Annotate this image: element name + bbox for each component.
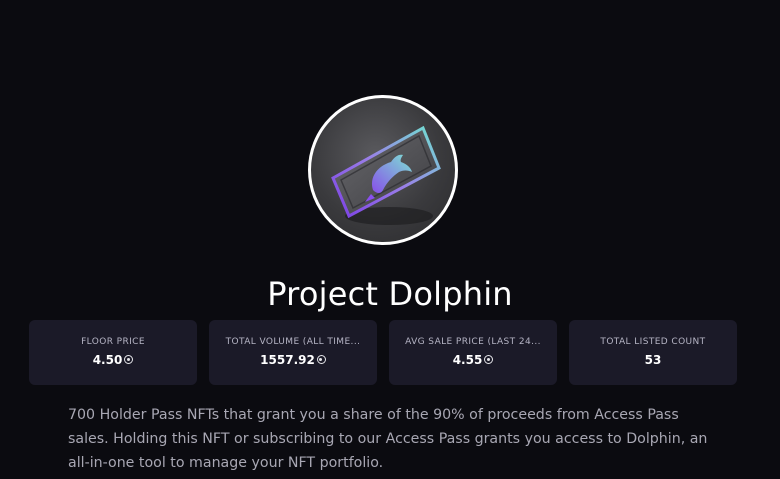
stat-label: AVG SALE PRICE (LAST 24... (405, 337, 541, 347)
sol-icon (484, 355, 494, 364)
avg-sale-price-value: 4.55 (452, 353, 483, 367)
stat-card-floor-price: FLOOR PRICE 4.50 (29, 320, 197, 385)
collection-description: 700 Holder Pass NFTs that grant you a sh… (68, 407, 708, 471)
total-listed-value: 53 (644, 353, 662, 367)
page-title: Project Dolphin (267, 275, 513, 313)
stats-row: FLOOR PRICE 4.50 TOTAL VOLUME (ALL TIME.… (29, 320, 739, 385)
floor-price-value: 4.50 (92, 353, 123, 367)
total-volume-value: 1557.92 (260, 353, 315, 367)
collection-avatar (308, 95, 458, 245)
stat-value: 53 (569, 353, 737, 367)
sol-icon (124, 355, 134, 364)
sol-icon (316, 355, 326, 364)
stat-value: 1557.92 (209, 353, 377, 367)
stat-label: TOTAL VOLUME (ALL TIME... (225, 337, 361, 347)
stat-label: FLOOR PRICE (81, 337, 145, 347)
stat-value: 4.50 (29, 353, 197, 367)
stat-card-total-volume: TOTAL VOLUME (ALL TIME... 1557.92 (209, 320, 377, 385)
stat-value: 4.55 (389, 353, 557, 367)
stat-card-total-listed: TOTAL LISTED COUNT 53 (569, 320, 737, 385)
dolphin-pass-card-icon (331, 125, 441, 225)
stat-card-avg-sale-price: AVG SALE PRICE (LAST 24... 4.55 (389, 320, 557, 385)
stat-label: TOTAL LISTED COUNT (600, 337, 706, 347)
